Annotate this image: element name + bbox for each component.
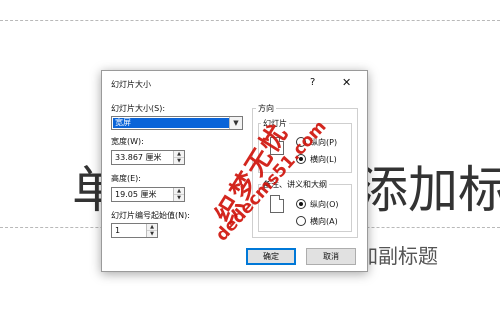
spin-up-icon[interactable]: ▲ <box>174 188 184 195</box>
chevron-down-icon[interactable]: ▼ <box>229 117 242 129</box>
portrait-page-icon <box>270 195 284 213</box>
dialog-titlebar[interactable]: 幻灯片大小 ? ✕ <box>102 71 367 95</box>
ok-button[interactable]: 确定 <box>246 248 296 265</box>
cancel-button[interactable]: 取消 <box>306 248 356 265</box>
notes-landscape-radio[interactable] <box>296 216 306 226</box>
numbering-start-input[interactable]: 1 <box>115 225 120 236</box>
orientation-group-label: 方向 <box>256 103 276 114</box>
help-icon[interactable]: ? <box>310 77 315 88</box>
numbering-spin-buttons: ▲ ▼ <box>146 224 157 237</box>
spin-down-icon[interactable]: ▼ <box>174 195 184 201</box>
width-input[interactable]: 33.867 厘米 <box>115 152 162 163</box>
width-spin-buttons: ▲ ▼ <box>173 151 184 164</box>
spin-up-icon[interactable]: ▲ <box>147 224 157 231</box>
close-icon[interactable]: ✕ <box>342 76 351 89</box>
notes-portrait-radio[interactable] <box>296 199 306 209</box>
spin-up-icon[interactable]: ▲ <box>174 151 184 158</box>
slide-guide-top <box>0 20 500 21</box>
height-label: 高度(E): <box>111 174 141 183</box>
slide-size-label: 幻灯片大小(S): <box>111 104 166 113</box>
slides-landscape-label[interactable]: 横向(L) <box>310 154 337 165</box>
slide-size-value: 宽屏 <box>113 118 230 128</box>
slide-title-placeholder[interactable]: 添加标 <box>358 150 500 222</box>
height-stepper[interactable]: 19.05 厘米 ▲ ▼ <box>111 187 185 202</box>
numbering-start-label: 幻灯片编号起始值(N): <box>111 211 190 220</box>
slide-size-select[interactable]: 宽屏 ▼ <box>111 116 243 130</box>
dialog-title: 幻灯片大小 <box>111 80 151 89</box>
spin-down-icon[interactable]: ▼ <box>174 158 184 164</box>
numbering-start-stepper[interactable]: 1 ▲ ▼ <box>111 223 158 238</box>
spin-down-icon[interactable]: ▼ <box>147 231 157 237</box>
slide-subtitle-placeholder[interactable]: 加副标题 <box>358 240 438 269</box>
width-label: 宽度(W): <box>111 137 144 146</box>
notes-portrait-label[interactable]: 纵向(O) <box>310 199 339 210</box>
height-spin-buttons: ▲ ▼ <box>173 188 184 201</box>
height-input[interactable]: 19.05 厘米 <box>115 189 156 200</box>
notes-landscape-label[interactable]: 横向(A) <box>310 216 338 227</box>
width-stepper[interactable]: 33.867 厘米 ▲ ▼ <box>111 150 185 165</box>
